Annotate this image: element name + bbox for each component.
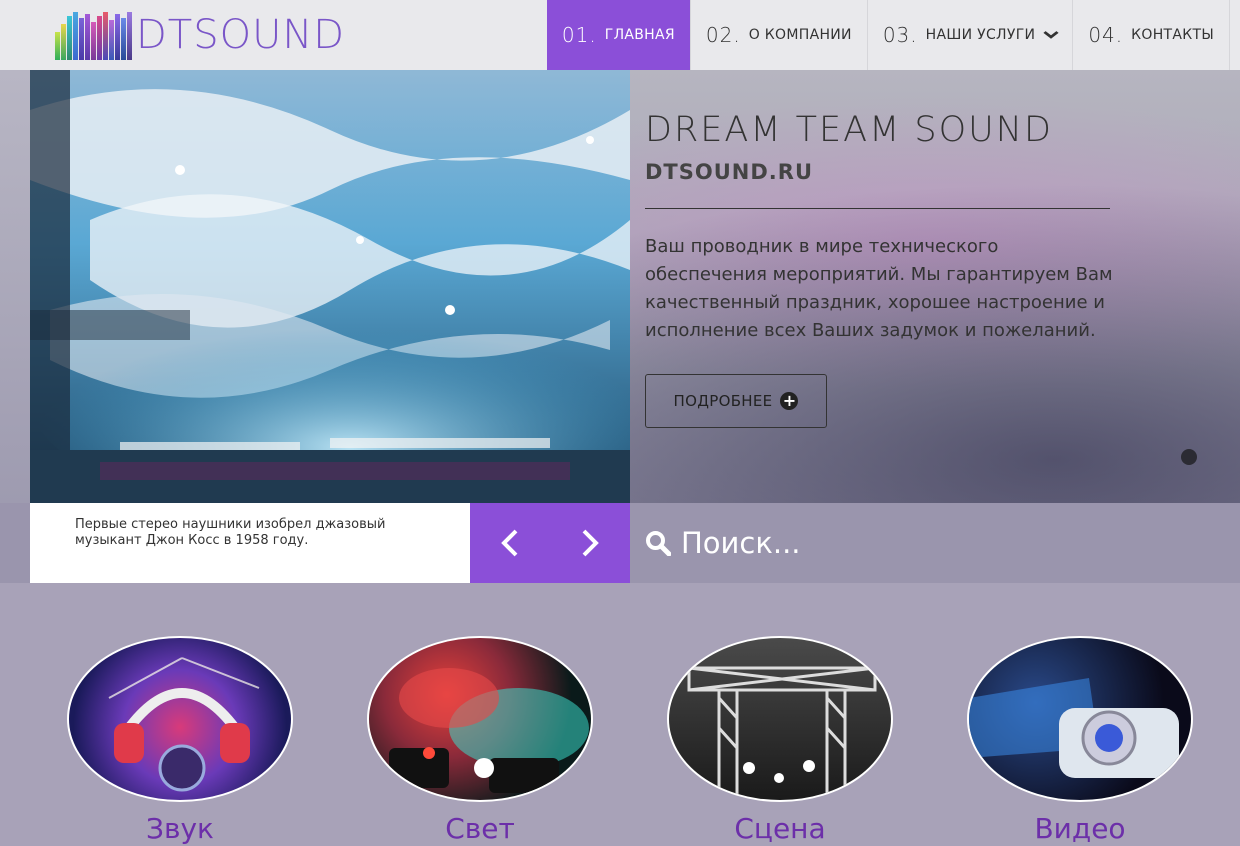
site-header: DTSOUND 01. главная 02. о компании 03. н… — [0, 0, 1240, 70]
service-image-stage — [667, 636, 893, 802]
chevron-down-icon — [1043, 31, 1059, 39]
hero-stage-photo — [30, 70, 630, 503]
service-sound[interactable]: Звук — [67, 636, 293, 845]
hero-divider — [645, 208, 1110, 209]
next-slide-button[interactable] — [550, 503, 630, 583]
hero-background-strip — [0, 70, 30, 503]
service-image-video — [967, 636, 1193, 802]
nav-label: наши услуги — [925, 27, 1036, 43]
logo[interactable]: DTSOUND — [55, 10, 345, 60]
nav-label: о компании — [748, 27, 852, 43]
truss-illustration — [687, 666, 877, 800]
more-button-label: Подробнее — [673, 392, 773, 410]
logo-text: DTSOUND — [136, 12, 346, 58]
nav-item-about[interactable]: 02. о компании — [689, 0, 867, 70]
chevron-left-icon — [501, 529, 518, 557]
nav-number: 01. — [561, 23, 597, 47]
hero-text-block: DREAM TEAM SOUND DTSOUND.RU Ваш проводни… — [645, 110, 1115, 345]
hero-slider: DREAM TEAM SOUND DTSOUND.RU Ваш проводни… — [0, 70, 1240, 503]
nav-item-services[interactable]: 03. наши услуги — [866, 0, 1073, 70]
search-icon — [646, 531, 671, 556]
service-label: Свет — [445, 812, 515, 845]
nav-number: 02. — [705, 23, 741, 47]
service-stage[interactable]: Сцена — [667, 636, 893, 845]
slider-dot[interactable] — [1181, 449, 1197, 465]
stage-lights-illustration — [389, 668, 589, 793]
headphones-illustration — [108, 657, 260, 792]
hero-title: DREAM TEAM SOUND — [645, 110, 1053, 150]
search-field[interactable]: Поиск... — [645, 522, 1225, 564]
prev-slide-button[interactable] — [470, 503, 550, 583]
hero-description: Ваш проводник в мире технического обеспе… — [645, 236, 1113, 341]
projector-illustration — [969, 678, 1179, 778]
nav-label: контакты — [1131, 27, 1214, 43]
service-image-light — [367, 636, 593, 802]
nav-number: 04. — [1088, 23, 1124, 47]
more-button[interactable]: Подробнее + — [645, 374, 827, 428]
nav-label: главная — [604, 27, 675, 43]
plus-circle-icon: + — [780, 392, 799, 410]
fact-box: Первые стерео наушники изобрел джазовый … — [30, 503, 470, 583]
fact-text: Первые стерео наушники изобрел джазовый … — [75, 517, 386, 548]
service-label: Сцена — [734, 812, 826, 845]
service-image-sound — [67, 636, 293, 802]
service-light[interactable]: Свет — [367, 636, 593, 845]
equalizer-logo-icon — [55, 10, 132, 60]
stage-illustration — [30, 70, 630, 503]
slider-arrows — [470, 503, 630, 583]
service-video[interactable]: Видео — [967, 636, 1193, 845]
main-nav: 01. главная 02. о компании 03. наши услу… — [546, 0, 1230, 70]
nav-item-home[interactable]: 01. главная — [546, 0, 690, 70]
chevron-right-icon — [582, 529, 599, 557]
service-label: Видео — [1034, 812, 1126, 845]
nav-item-contacts[interactable]: 04. контакты — [1072, 0, 1230, 70]
nav-number: 03. — [882, 23, 918, 47]
search-placeholder: Поиск... — [681, 526, 801, 560]
hero-subtitle: DTSOUND.RU — [645, 160, 813, 184]
service-label: Звук — [146, 812, 214, 845]
